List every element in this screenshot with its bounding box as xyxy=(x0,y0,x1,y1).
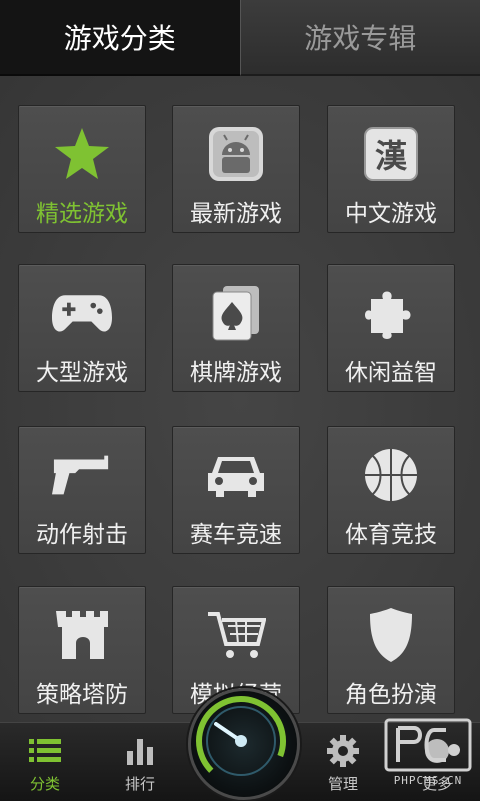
chinese-character-icon: 漢 xyxy=(361,124,421,184)
category-label: 中文游戏 xyxy=(345,194,437,228)
category-card-games[interactable]: 棋牌游戏 xyxy=(172,264,300,392)
basketball-icon xyxy=(361,445,421,505)
category-chinese-games[interactable]: 漢 中文游戏 xyxy=(327,105,455,233)
bar-chart-icon xyxy=(126,735,154,767)
puzzle-piece-icon xyxy=(361,283,421,343)
category-label: 棋牌游戏 xyxy=(190,353,282,387)
star-icon xyxy=(52,124,112,184)
category-label: 策略塔防 xyxy=(36,675,128,709)
glyph: 漢 xyxy=(375,131,407,177)
category-sports[interactable]: 体育竞技 xyxy=(327,426,455,554)
tab-game-categories[interactable]: 游戏分类 xyxy=(0,0,240,76)
nav-manage[interactable]: 管理 xyxy=(298,723,388,801)
category-label: 角色扮演 xyxy=(345,675,437,709)
category-label: 休闲益智 xyxy=(345,353,437,387)
pistol-icon xyxy=(52,445,112,505)
castle-tower-icon xyxy=(52,605,112,665)
category-label: 体育竞技 xyxy=(345,515,437,549)
shopping-cart-icon xyxy=(206,605,266,665)
nav-categories[interactable]: 分类 xyxy=(0,723,90,801)
category-racing[interactable]: 赛车竞速 xyxy=(172,426,300,554)
nav-label: 排行 xyxy=(125,773,155,794)
nav-label: 管理 xyxy=(328,773,358,794)
watermark: PHPCMS.CN xyxy=(376,718,480,800)
nav-label: 分类 xyxy=(30,773,60,794)
gear-icon xyxy=(327,735,359,767)
android-icon xyxy=(206,124,266,184)
shield-icon xyxy=(361,605,421,665)
category-large-games[interactable]: 大型游戏 xyxy=(18,264,146,392)
category-strategy-tower-defense[interactable]: 策略塔防 xyxy=(18,586,146,714)
category-tabs: 游戏分类 游戏专辑 xyxy=(0,0,480,76)
category-casual-puzzle[interactable]: 休闲益智 xyxy=(327,264,455,392)
watermark-text: PHPCMS.CN xyxy=(394,774,463,787)
speedometer-icon xyxy=(188,688,294,794)
category-action-shooting[interactable]: 动作射击 xyxy=(18,426,146,554)
category-featured-games[interactable]: 精选游戏 xyxy=(18,105,146,233)
category-new-games[interactable]: 最新游戏 xyxy=(172,105,300,233)
category-role-playing[interactable]: 角色扮演 xyxy=(327,586,455,714)
list-icon xyxy=(29,735,61,767)
category-label: 大型游戏 xyxy=(36,353,128,387)
category-label: 赛车竞速 xyxy=(190,515,282,549)
category-label: 精选游戏 xyxy=(36,194,128,228)
gamepad-icon xyxy=(52,283,112,343)
speedometer-button[interactable] xyxy=(188,688,300,800)
category-label: 最新游戏 xyxy=(190,194,282,228)
category-label: 动作射击 xyxy=(36,515,128,549)
playing-cards-icon xyxy=(206,283,266,343)
nav-rankings[interactable]: 排行 xyxy=(95,723,185,801)
site-logo xyxy=(384,718,472,772)
category-grid: 精选游戏 最新游戏 漢 中文游戏 xyxy=(0,76,480,722)
tab-game-albums[interactable]: 游戏专辑 xyxy=(240,0,480,76)
car-icon xyxy=(206,445,266,505)
